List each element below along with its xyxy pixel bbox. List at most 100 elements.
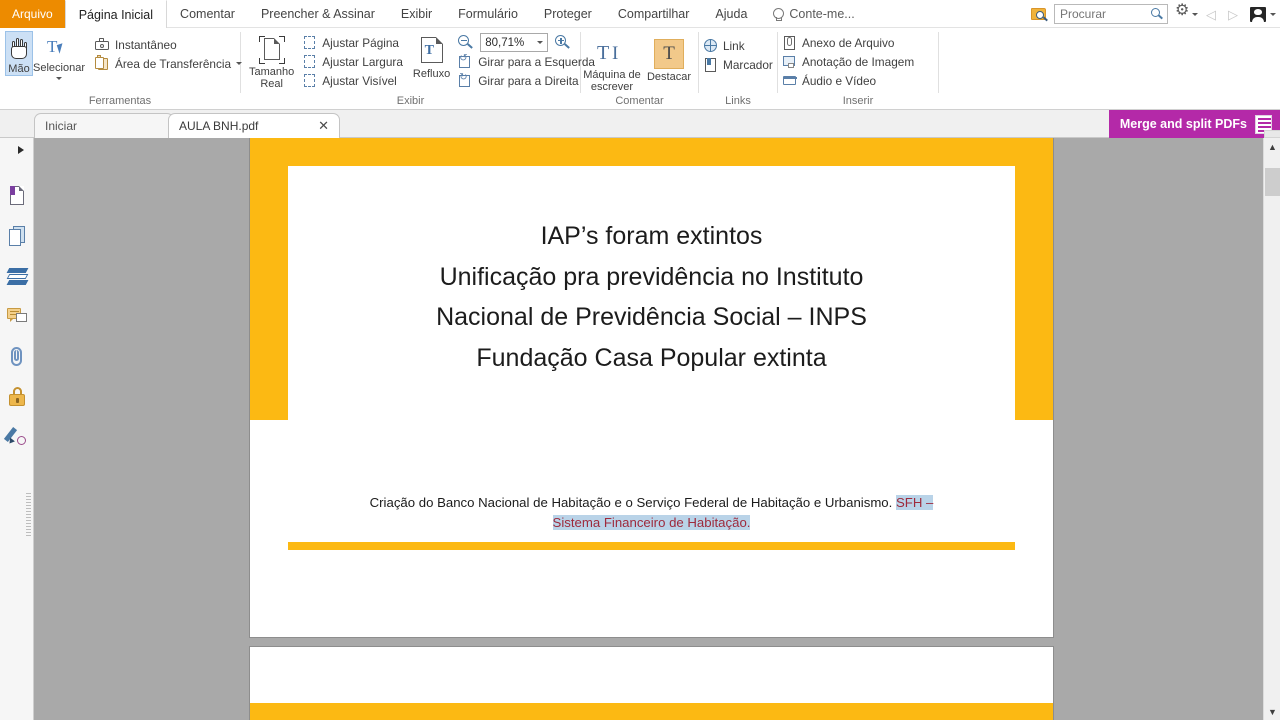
file-attachment-icon <box>782 35 797 50</box>
settings-button[interactable] <box>1175 3 1198 21</box>
attachments-icon[interactable] <box>7 346 28 367</box>
vertical-scrollbar[interactable]: ▲ ▼ <box>1263 130 1280 720</box>
zoom-level-select[interactable]: 80,71% <box>480 33 549 52</box>
rotate-right-icon: ↻ <box>458 73 473 88</box>
fit-page-button[interactable]: Ajustar Página <box>298 33 409 52</box>
select-tool-label: Selecionar <box>33 62 85 74</box>
expand-panel-icon[interactable] <box>18 146 24 154</box>
tell-me-label: Conte-me... <box>789 7 855 21</box>
document-viewport[interactable]: IAP’s foram extintos Unificação pra prev… <box>34 138 1263 720</box>
page2-accent-bottom-bar <box>250 703 1053 720</box>
search-box[interactable] <box>1054 4 1168 24</box>
reflow-label: Refluxo <box>412 68 451 80</box>
close-icon[interactable]: ✕ <box>318 118 329 134</box>
comments-icon[interactable] <box>7 306 28 327</box>
menu-label: Ajuda <box>715 7 748 21</box>
layers-icon[interactable] <box>6 266 29 287</box>
menu-item-comentar[interactable]: Comentar <box>167 0 248 28</box>
chevron-down-icon[interactable] <box>55 77 62 81</box>
typewriter-icon: TI <box>597 42 619 64</box>
fit-visible-button[interactable]: Ajustar Visível <box>298 71 409 90</box>
menu-item-arquivo[interactable]: Arquivo <box>0 0 65 28</box>
scroll-up-button[interactable]: ▲ <box>1264 138 1280 155</box>
lightbulb-icon <box>773 8 785 21</box>
signatures-icon[interactable] <box>3 426 28 447</box>
scrollbar-thumb[interactable] <box>1265 168 1280 196</box>
highlight-button[interactable]: T Destacar <box>643 34 695 83</box>
navigation-rail <box>0 138 34 720</box>
camera-icon <box>94 37 110 52</box>
rotate-right-label: Girar para a Direita <box>478 73 579 88</box>
typewriter-button[interactable]: TI Máquina de escrever <box>581 34 643 93</box>
fit-width-button[interactable]: Ajustar Largura <box>298 52 409 71</box>
fit-visible-icon <box>302 73 317 88</box>
tab-iniciar[interactable]: Iniciar <box>34 113 174 138</box>
select-text-icon: T <box>46 36 72 60</box>
page-thumbnails-icon[interactable] <box>7 186 28 207</box>
menu-bar: Arquivo Página Inicial Comentar Preenche… <box>0 0 1280 28</box>
tell-me-box[interactable]: Conte-me... <box>760 0 867 28</box>
image-annotation-button[interactable]: Anotação de Imagem <box>778 52 920 71</box>
rotate-left-icon: ↺ <box>458 54 473 69</box>
bookmark-button[interactable]: Marcador <box>699 55 779 74</box>
menu-bar-right-controls: ◁ ▷ <box>1031 0 1276 28</box>
clipboard-button[interactable]: Área de Transferência <box>91 54 248 73</box>
menu-item-formulario[interactable]: Formulário <box>445 0 531 28</box>
slide-title-line-3: Nacional de Previdência Social – INPS <box>436 303 867 331</box>
fit-page-icon <box>302 35 317 50</box>
zoom-in-icon[interactable] <box>555 35 571 50</box>
zoom-out-icon[interactable] <box>458 35 474 50</box>
panel-resize-handle[interactable] <box>26 493 31 537</box>
audio-video-button[interactable]: Áudio e Vídeo <box>778 71 882 90</box>
menu-label: Comentar <box>180 7 235 21</box>
tab-aula-bnh-pdf[interactable]: AULA BNH.pdf ✕ <box>168 113 340 138</box>
avatar[interactable] <box>1250 6 1266 22</box>
zoom-level-value: 80,71% <box>485 36 525 49</box>
ribbon-group-label-inserir: Inserir <box>842 95 874 107</box>
ribbon-group-ferramentas: Mão T Selecionar Instantâneo Área de Tra… <box>0 28 243 109</box>
file-attachment-button[interactable]: Anexo de Arquivo <box>778 33 900 52</box>
menu-item-exibir[interactable]: Exibir <box>388 0 445 28</box>
security-lock-icon[interactable] <box>7 386 28 407</box>
snapshot-button[interactable]: Instantâneo <box>91 35 248 54</box>
chevron-down-icon <box>1192 12 1198 16</box>
slide-title-line-2: Unificação pra previdência no Instituto <box>439 262 864 291</box>
menu-label: Arquivo <box>12 7 53 21</box>
pages-organize-icon[interactable] <box>7 226 28 247</box>
menu-label: Preencher & Assinar <box>260 7 375 21</box>
actual-size-button[interactable]: Tamanho Real <box>249 31 294 90</box>
menu-item-proteger[interactable]: Proteger <box>531 0 605 28</box>
search-folder-icon[interactable] <box>1031 6 1050 23</box>
pdf-page-2 <box>249 646 1054 720</box>
forward-icon[interactable]: ▷ <box>1224 8 1242 21</box>
image-annotation-icon <box>782 54 797 69</box>
search-input[interactable] <box>1055 7 1147 21</box>
file-attachment-label: Anexo de Arquivo <box>802 35 895 50</box>
hand-icon <box>6 37 32 61</box>
scroll-down-button[interactable]: ▼ <box>1264 703 1280 720</box>
hand-tool-label: Mão <box>8 63 30 75</box>
menu-item-compartilhar[interactable]: Compartilhar <box>605 0 703 28</box>
menu-item-preencher-assinar[interactable]: Preencher & Assinar <box>248 0 388 28</box>
reflow-button[interactable]: T Refluxo <box>413 31 450 80</box>
menu-label: Compartilhar <box>617 7 690 21</box>
rotate-left-label: Girar para a Esquerda <box>478 54 595 69</box>
ribbon-separator <box>938 32 939 93</box>
merge-and-split-pdfs-button[interactable]: Merge and split PDFs <box>1108 110 1280 138</box>
select-tool-button[interactable]: T Selecionar <box>33 31 85 81</box>
ribbon-toolbar: Mão T Selecionar Instantâneo Área de Tra… <box>0 28 1280 110</box>
menu-item-pagina-inicial[interactable]: Página Inicial <box>64 0 168 28</box>
reflow-icon: T <box>418 36 446 66</box>
ribbon-group-inserir: Anexo de Arquivo Anotação de Imagem Áudi… <box>778 28 938 109</box>
menu-label: Exibir <box>400 7 433 21</box>
slide-subtitle-plain: Criação do Banco Nacional de Habitação e… <box>369 495 896 510</box>
back-icon[interactable]: ◁ <box>1202 8 1220 21</box>
account-chevron-down-icon[interactable] <box>1270 12 1276 16</box>
rotate-left-button[interactable]: ↺ Girar para a Esquerda <box>454 52 601 71</box>
fit-visible-label: Ajustar Visível <box>322 73 397 88</box>
menu-item-ajuda[interactable]: Ajuda <box>702 0 760 28</box>
link-button[interactable]: Link <box>699 36 751 55</box>
search-icon[interactable] <box>1151 8 1164 21</box>
hand-tool-button[interactable]: Mão <box>5 31 33 77</box>
rotate-right-button[interactable]: ↻ Girar para a Direita <box>454 71 601 90</box>
